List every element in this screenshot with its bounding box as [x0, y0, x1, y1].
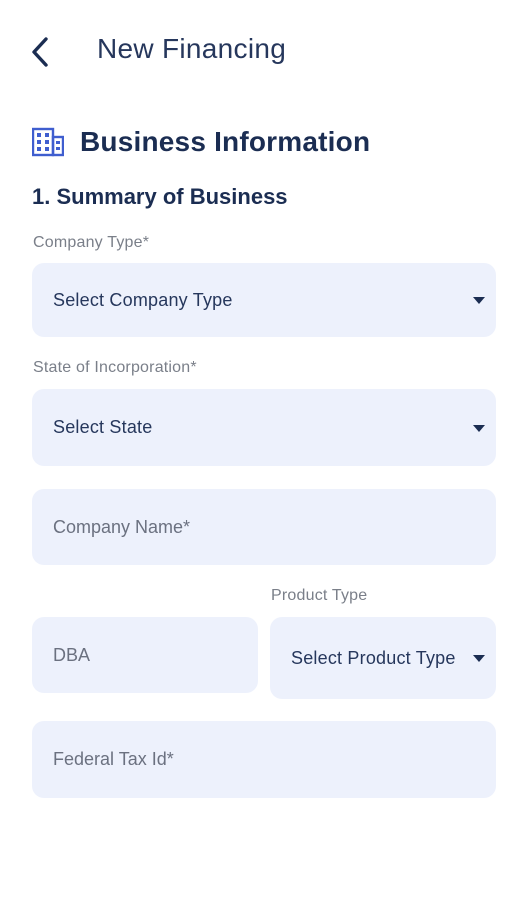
section-header: Business Information [32, 126, 370, 158]
app-header: New Financing [0, 0, 527, 100]
section-title: Business Information [80, 126, 371, 157]
caret-down-icon [473, 297, 485, 304]
dba-field[interactable] [32, 617, 258, 693]
company-name-field[interactable] [32, 489, 496, 565]
federal-tax-id-input[interactable] [53, 749, 496, 770]
back-button[interactable] [22, 32, 58, 72]
company-type-label: Company Type* [33, 234, 150, 251]
company-type-value: Select Company Type [53, 289, 233, 310]
chevron-left-icon [32, 37, 48, 67]
subsection-title: 1. Summary of Business [32, 184, 288, 209]
company-name-input[interactable] [53, 516, 496, 538]
building-icon [32, 127, 64, 157]
state-of-incorporation-value: Select State [53, 417, 153, 437]
page-title: New Financing [97, 33, 287, 64]
product-type-select[interactable]: Select Product Type [270, 617, 496, 699]
product-type-value: Select Product Type [291, 648, 456, 668]
federal-tax-id-field[interactable] [32, 721, 496, 798]
state-of-incorporation-select[interactable]: Select State [32, 389, 496, 466]
caret-down-icon [473, 424, 485, 432]
caret-down-icon [473, 655, 485, 662]
dba-input[interactable] [53, 644, 258, 666]
product-type-label: Product Type [271, 587, 368, 604]
state-of-incorporation-label: State of Incorporation* [33, 359, 197, 376]
company-type-select[interactable]: Select Company Type [32, 263, 496, 337]
